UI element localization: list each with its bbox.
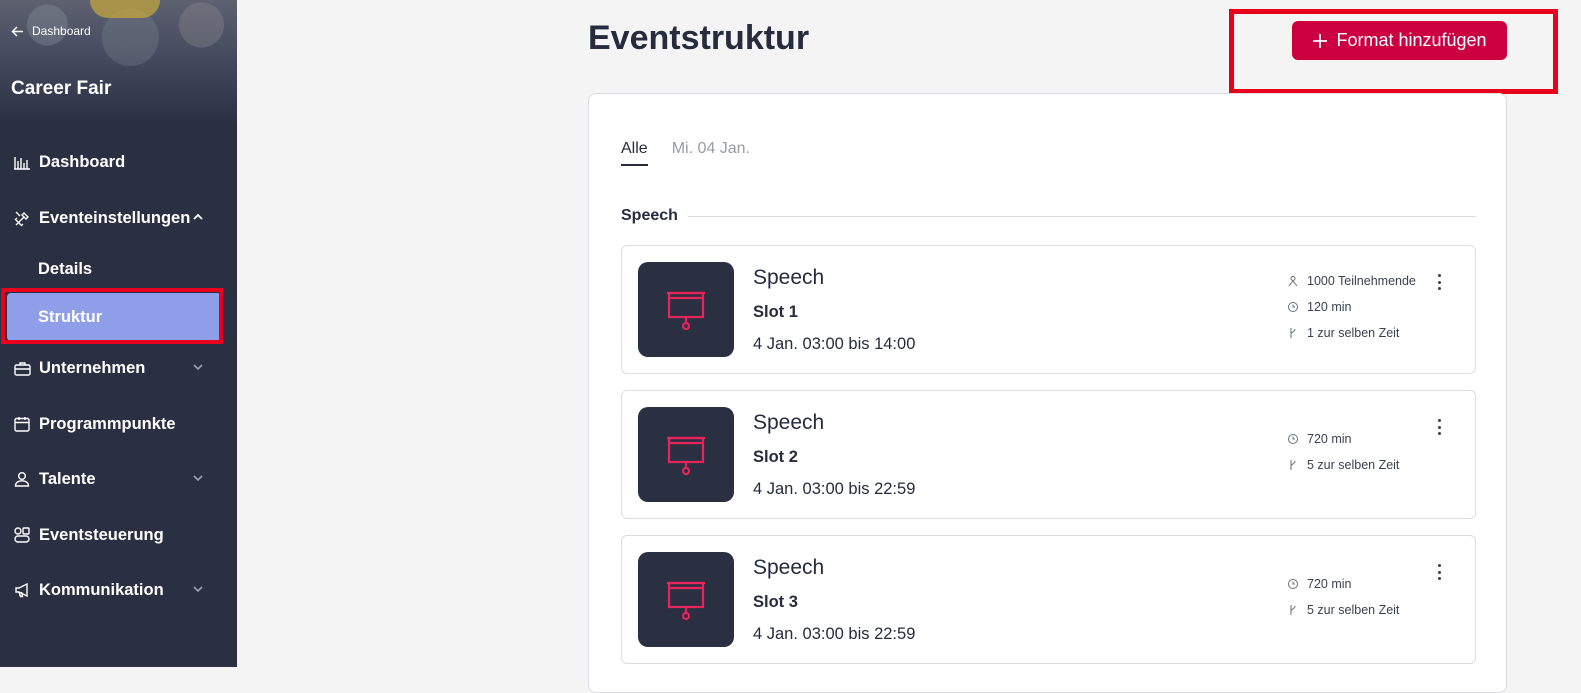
section-header: Speech bbox=[621, 207, 1476, 225]
presentation-icon bbox=[667, 436, 705, 475]
duration-value: 720 min bbox=[1307, 577, 1352, 591]
sidebar-item-structure[interactable]: Struktur bbox=[7, 293, 221, 341]
presentation-icon bbox=[667, 581, 705, 620]
briefcase-icon bbox=[13, 359, 31, 377]
sidebar-item-label: Unternehmen bbox=[39, 358, 146, 377]
participants-icon bbox=[1288, 276, 1298, 287]
participants-value: 1000 Teilnehmende bbox=[1307, 274, 1416, 288]
meta-concurrent: 5 zur selben Zeit bbox=[1287, 603, 1399, 617]
tools-icon bbox=[13, 209, 31, 227]
sidebar-item-companies[interactable]: Unternehmen bbox=[0, 348, 237, 388]
sidebar-item-label: Kommunikation bbox=[39, 580, 164, 599]
event-cover-image bbox=[0, 0, 237, 125]
back-to-dashboard-link[interactable]: Dashboard bbox=[11, 24, 91, 38]
back-link-label: Dashboard bbox=[32, 24, 91, 38]
format-slot: Slot 2 bbox=[753, 448, 798, 466]
concurrent-value: 5 zur selben Zeit bbox=[1307, 603, 1400, 617]
chevron-down-icon bbox=[193, 586, 203, 593]
chevron-up-icon bbox=[193, 213, 203, 220]
section-divider bbox=[687, 215, 1476, 217]
megaphone-icon bbox=[13, 581, 31, 599]
format-time: 4 Jan. 03:00 bis 14:00 bbox=[753, 335, 916, 353]
chevron-down-icon bbox=[193, 364, 203, 371]
sidebar-item-label: Dashboard bbox=[39, 152, 126, 171]
sidebar-item-label: Eventsteuerung bbox=[39, 525, 164, 544]
bar-chart-icon bbox=[13, 153, 31, 171]
sidebar-item-label: Details bbox=[38, 259, 93, 278]
sidebar: Dashboard Career Fair Dashboard Eventein… bbox=[0, 0, 237, 667]
presentation-icon bbox=[667, 291, 705, 330]
branch-icon bbox=[1290, 605, 1296, 615]
event-structure-card: Alle Mi. 04 Jan. Speech Speech Slot 1 4 … bbox=[588, 93, 1507, 693]
format-card[interactable]: Speech Slot 1 4 Jan. 03:00 bis 14:00 100… bbox=[621, 245, 1476, 374]
duration-value: 120 min bbox=[1307, 300, 1352, 314]
meta-duration: 720 min bbox=[1287, 432, 1351, 446]
sidebar-item-label: Programmpunkte bbox=[39, 414, 176, 433]
more-options-icon[interactable] bbox=[1432, 272, 1446, 292]
arrow-left-icon bbox=[11, 25, 23, 37]
sidebar-item-dashboard[interactable]: Dashboard bbox=[0, 142, 237, 182]
event-name: Career Fair bbox=[11, 78, 112, 99]
sidebar-item-communication[interactable]: Kommunikation bbox=[0, 570, 237, 610]
sidebar-item-label: Eventeinstellungen bbox=[39, 208, 191, 227]
format-title: Speech bbox=[753, 411, 825, 434]
add-format-label: Format hinzufügen bbox=[1336, 30, 1487, 50]
concurrent-value: 1 zur selben Zeit bbox=[1307, 326, 1400, 340]
sidebar-item-talents[interactable]: Talente bbox=[0, 459, 237, 499]
format-thumbnail bbox=[638, 407, 734, 502]
meta-participants: 1000 Teilnehmende bbox=[1287, 274, 1416, 288]
format-title: Speech bbox=[753, 266, 825, 289]
sidebar-item-event-control[interactable]: Eventsteuerung bbox=[0, 515, 237, 555]
meta-concurrent: 5 zur selben Zeit bbox=[1287, 458, 1399, 472]
format-thumbnail bbox=[638, 552, 734, 647]
meta-duration: 720 min bbox=[1287, 577, 1351, 591]
chevron-down-icon bbox=[193, 475, 203, 482]
plus-icon bbox=[1313, 33, 1328, 48]
format-card[interactable]: Speech Slot 3 4 Jan. 03:00 bis 22:59 720… bbox=[621, 535, 1476, 664]
format-title: Speech bbox=[753, 556, 825, 579]
branch-icon bbox=[1290, 328, 1296, 338]
clock-icon bbox=[1288, 434, 1298, 444]
sidebar-item-program[interactable]: Programmpunkte bbox=[0, 404, 237, 444]
section-label: Speech bbox=[621, 207, 678, 224]
sidebar-item-event-settings[interactable]: Eventeinstellungen bbox=[0, 198, 237, 238]
sidebar-item-label: Talente bbox=[39, 469, 96, 488]
add-format-button[interactable]: Format hinzufügen bbox=[1292, 21, 1507, 60]
branch-icon bbox=[1290, 460, 1296, 470]
calendar-icon bbox=[13, 415, 31, 433]
format-card[interactable]: Speech Slot 2 4 Jan. 03:00 bis 22:59 720… bbox=[621, 390, 1476, 519]
user-icon bbox=[13, 470, 31, 488]
clock-icon bbox=[1288, 302, 1298, 312]
concurrent-value: 5 zur selben Zeit bbox=[1307, 458, 1400, 472]
meta-concurrent: 1 zur selben Zeit bbox=[1287, 326, 1399, 340]
tab-all[interactable]: Alle bbox=[621, 140, 648, 166]
day-tabs: Alle Mi. 04 Jan. bbox=[621, 140, 750, 166]
sidebar-item-label: Struktur bbox=[38, 307, 103, 326]
format-thumbnail bbox=[638, 262, 734, 357]
more-options-icon[interactable] bbox=[1432, 562, 1446, 582]
format-slot: Slot 1 bbox=[753, 303, 798, 321]
format-time: 4 Jan. 03:00 bis 22:59 bbox=[753, 625, 916, 643]
duration-value: 720 min bbox=[1307, 432, 1352, 446]
meta-duration: 120 min bbox=[1287, 300, 1351, 314]
sidebar-item-details[interactable]: Details bbox=[0, 249, 237, 289]
tab-day-1[interactable]: Mi. 04 Jan. bbox=[672, 140, 750, 166]
format-slot: Slot 3 bbox=[753, 593, 798, 611]
clock-icon bbox=[1288, 579, 1298, 589]
control-icon bbox=[13, 526, 31, 544]
more-options-icon[interactable] bbox=[1432, 417, 1446, 437]
page-title: Eventstruktur bbox=[588, 19, 810, 57]
format-time: 4 Jan. 03:00 bis 22:59 bbox=[753, 480, 916, 498]
